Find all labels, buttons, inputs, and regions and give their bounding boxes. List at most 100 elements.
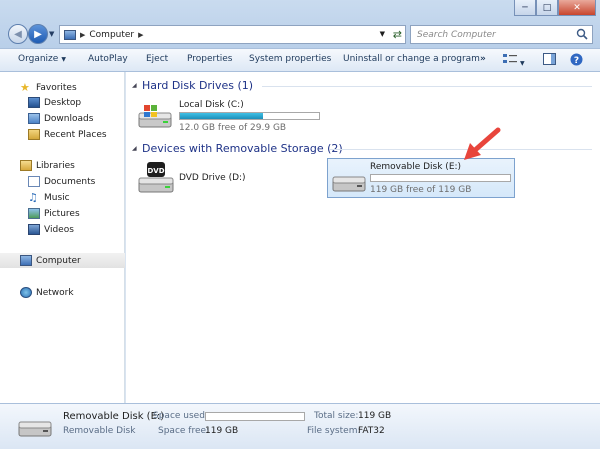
minimize-icon[interactable]: ─ [514,0,536,16]
sidebar-label: Favorites [36,82,77,93]
sidebar-label: Videos [44,224,74,235]
chevron-right-icon[interactable]: ▶ [80,31,85,39]
sidebar-label: Pictures [44,208,80,219]
help-button[interactable]: ? [570,53,583,69]
search-box[interactable]: Search Computer [410,25,593,44]
file-list: ◢ Hard Disk Drives (1) Local Disk (C:) 1… [126,72,600,403]
system-properties-button[interactable]: System properties [249,54,331,64]
drive-removable-disk-e[interactable]: Removable Disk (E:) 119 GB free of 119 G… [327,158,515,198]
sidebar-item-libraries[interactable]: Libraries [0,158,125,173]
group-header-removable-storage[interactable]: Devices with Removable Storage (2) [142,142,343,155]
sidebar-item-pictures[interactable]: Pictures [0,206,125,221]
removable-drive-icon [18,421,52,437]
computer-icon [20,255,32,266]
sidebar-item-favorites[interactable]: ★ Favorites [0,80,125,95]
more-commands-button[interactable]: » [480,54,486,64]
space-free-label: Space free: [158,426,210,436]
sidebar-item-videos[interactable]: Videos [0,222,125,237]
libraries-icon [20,160,32,171]
chevron-down-icon: ▼ [61,56,66,63]
group-divider [262,86,592,87]
change-view-button[interactable]: ▼ [503,53,525,68]
annotation-arrow-icon [464,127,501,160]
removable-drive-icon [332,176,366,192]
maximize-icon[interactable]: □ [536,0,558,16]
back-button[interactable]: ◀ [8,24,28,44]
view-options-icon [503,54,517,63]
sidebar-item-music[interactable]: ♫ Music [0,190,125,205]
address-bar[interactable]: ▶ Computer ▶ ▼ ⇄ [59,25,406,44]
svg-text:?: ? [574,56,579,66]
close-icon[interactable]: ✕ [558,0,596,16]
sidebar-label: Documents [44,176,96,187]
drive-dvd-d[interactable]: DVD DVD Drive (D:) [136,160,296,198]
music-icon: ♫ [28,191,38,204]
breadcrumb-computer[interactable]: Computer [89,30,134,40]
sidebar-item-downloads[interactable]: Downloads [0,111,125,126]
sidebar-item-computer[interactable]: Computer [0,253,125,268]
file-system-label: File system: [307,426,361,436]
preview-pane-button[interactable] [543,53,556,68]
command-bar: Organize ▼ AutoPlay Eject Properties Syst… [0,48,600,72]
properties-button[interactable]: Properties [187,54,232,64]
group-divider [330,149,592,150]
recent-pages-chevron-down-icon[interactable]: ▼ [49,30,54,38]
drive-local-disk-c[interactable]: Local Disk (C:) 12.0 GB free of 29.9 GB [136,97,326,133]
sidebar-item-network[interactable]: Network [0,285,125,300]
sidebar-label: Recent Places [44,129,107,140]
total-size-label: Total size: [314,411,359,421]
refresh-icon[interactable]: ⇄ [393,28,402,41]
address-chevron-down-icon[interactable]: ▼ [380,30,385,38]
collapse-triangle-icon[interactable]: ◢ [132,145,137,152]
space-used-label: Space used: [153,411,208,421]
collapse-triangle-icon[interactable]: ◢ [132,82,137,89]
hard-drive-icon [138,105,172,128]
help-icon: ? [570,53,583,66]
uninstall-button[interactable]: Uninstall or change a program [343,54,480,64]
disk-usage-bar [370,174,511,182]
group-header-hard-disk-drives[interactable]: Hard Disk Drives (1) [142,79,253,92]
organize-button[interactable]: Organize ▼ [18,54,66,64]
window-buttons: ─ □ ✕ [514,0,596,16]
details-type: Removable Disk [63,426,136,436]
recent-places-icon [28,129,40,140]
total-size-value: 119 GB [358,411,392,421]
videos-icon [28,224,40,235]
eject-button[interactable]: Eject [146,54,168,64]
drive-free-space: 12.0 GB free of 29.9 GB [179,123,287,133]
preview-pane-icon [543,53,556,65]
file-system-value: FAT32 [358,426,385,436]
computer-icon [64,29,76,40]
documents-icon [28,176,40,187]
network-icon [20,287,32,298]
search-icon[interactable] [576,28,588,40]
space-used-bar [205,412,305,421]
desktop-icon [28,97,40,108]
sidebar-item-recent-places[interactable]: Recent Places [0,127,125,142]
pictures-icon [28,208,40,219]
arrow-left-icon: ◀ [14,28,22,40]
space-free-value: 119 GB [205,426,239,436]
autoplay-button[interactable]: AutoPlay [88,54,128,64]
forward-button[interactable]: ▶ [28,24,48,44]
sidebar-item-desktop[interactable]: Desktop [0,95,125,110]
details-pane: Removable Disk (E:) Removable Disk Space… [0,403,600,449]
sidebar-label: Computer [36,255,81,266]
drive-name: Removable Disk (E:) [370,162,462,172]
window-chrome: ─ □ ✕ ◀ ▶ ▼ ▶ Computer ▶ ▼ ⇄ Search Comp… [0,0,600,48]
sidebar-label: Music [44,192,70,203]
sidebar-item-documents[interactable]: Documents [0,174,125,189]
sidebar-label: Desktop [44,97,82,108]
disk-usage-fill [180,113,264,119]
organize-label: Organize [18,54,59,64]
chevron-right-icon[interactable]: ▶ [138,31,143,39]
downloads-icon [28,113,40,124]
disk-usage-bar [179,112,320,120]
dvd-drive-icon: DVD [138,162,174,193]
sidebar-label: Network [36,287,74,298]
dvd-logo-text: DVD [147,167,164,175]
drive-free-space: 119 GB free of 119 GB [370,185,472,195]
details-name: Removable Disk (E:) [63,411,165,422]
search-input[interactable]: Search Computer [417,30,496,40]
star-icon: ★ [20,81,30,94]
